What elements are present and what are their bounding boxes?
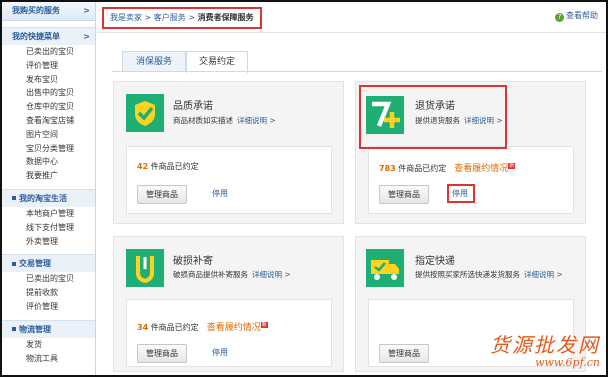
sidebar-item[interactable]: 发布宝贝 bbox=[2, 73, 95, 87]
count-number: 34 bbox=[137, 323, 149, 332]
view-performance-link[interactable]: 查看履约情况新 bbox=[454, 163, 516, 174]
breadcrumb-separator: > bbox=[144, 13, 152, 22]
manage-products-button[interactable]: 管理商品 bbox=[137, 185, 187, 204]
sidebar-item[interactable]: 数据中心 bbox=[2, 155, 95, 169]
perf-label: 查看履约情况 bbox=[454, 164, 509, 174]
new-badge: 新 bbox=[260, 322, 268, 328]
help-link[interactable]: ? 查看帮助 bbox=[555, 10, 598, 22]
sidebar-section-header[interactable]: 物流管理 bbox=[2, 319, 95, 338]
sidebar-section-header[interactable]: 我的快捷菜单 > bbox=[2, 27, 95, 45]
top-bar: 我是卖家 > 客户服务 > 消费者保障服务 ? 查看帮助 bbox=[97, 2, 606, 33]
manage-products-button[interactable]: 管理商品 bbox=[137, 344, 187, 363]
sidebar-item[interactable]: 已卖出的宝贝 bbox=[2, 272, 95, 286]
agreed-count: 42 件商品已约定 bbox=[137, 161, 199, 172]
card-description: 破损商品提供补寄服务 详细说明 > bbox=[173, 269, 291, 280]
sidebar-section-quick-menu: 我的快捷菜单 > 已卖出的宝贝 评价管理 发布宝贝 出售中的宝贝 仓库中的宝贝 … bbox=[2, 27, 95, 183]
bullet-icon bbox=[12, 261, 16, 266]
details-link[interactable]: 详细说明 > bbox=[524, 270, 563, 279]
count-number: 42 bbox=[137, 162, 149, 171]
count-suffix: 件商品已约定 bbox=[398, 164, 447, 173]
agreed-count: 34 件商品已约定 查看履约情况新 bbox=[137, 320, 268, 333]
manage-products-button[interactable]: 管理商品 bbox=[379, 344, 429, 363]
count-suffix: 件商品已约定 bbox=[150, 323, 199, 332]
chevron-right-icon: > bbox=[83, 6, 90, 15]
view-performance-link[interactable]: 查看履约情况新 bbox=[206, 322, 268, 333]
breadcrumb: 我是卖家 > 客户服务 > 消费者保障服务 bbox=[102, 7, 262, 29]
service-card-quality: 品质承诺 商品材质如实描述 详细说明 > 42 件商品已约定 管理商品 停用 bbox=[113, 81, 344, 224]
section-title: 物流管理 bbox=[19, 324, 51, 334]
sidebar: 我购买的服务 > 我的快捷菜单 > 已卖出的宝贝 评价管理 发布宝贝 出售中的宝… bbox=[2, 2, 96, 375]
card-description: 商品材质如实描述 详细说明 > bbox=[173, 115, 276, 126]
sidebar-item[interactable]: 宝贝分类管理 bbox=[2, 142, 95, 156]
section-title: 我的快捷菜单 bbox=[12, 32, 60, 41]
sidebar-item[interactable]: 物流工具 bbox=[2, 352, 95, 366]
tab-trade-agreement[interactable]: 交易约定 bbox=[186, 51, 248, 73]
help-label: 查看帮助 bbox=[566, 11, 598, 20]
breadcrumb-link[interactable]: 我是卖家 bbox=[110, 13, 142, 22]
sidebar-section-trade: 交易管理 已卖出的宝贝 提前收款 评价管理 bbox=[2, 254, 95, 313]
disable-link[interactable]: 停用 bbox=[212, 188, 228, 199]
watermark: 货源批发网 www.6pf.cn bbox=[490, 329, 600, 369]
agreed-count: 783 件商品已约定 查看履约情况新 bbox=[379, 161, 516, 174]
sidebar-item[interactable]: 发货 bbox=[2, 338, 95, 352]
delivery-truck-icon bbox=[366, 249, 404, 287]
breadcrumb-link[interactable]: 客户服务 bbox=[154, 13, 186, 22]
card-desc-text: 商品材质如实描述 bbox=[173, 116, 233, 125]
tab-consumer-protection[interactable]: 消保服务 bbox=[122, 51, 186, 72]
sidebar-purchased-services-label: 我购买的服务 bbox=[12, 6, 60, 15]
shield-check-icon bbox=[126, 94, 164, 132]
sidebar-section-header[interactable]: 交易管理 bbox=[2, 254, 95, 273]
sidebar-item[interactable]: 提前收款 bbox=[2, 286, 95, 300]
chevron-right-icon: > bbox=[83, 32, 90, 41]
card-desc-text: 破损商品提供补寄服务 bbox=[173, 270, 248, 279]
card-desc-text: 提供按照买家所选快递发货服务 bbox=[415, 270, 520, 279]
sidebar-item[interactable]: 仓库中的宝贝 bbox=[2, 100, 95, 114]
highlight-box bbox=[359, 85, 507, 149]
sidebar-item[interactable]: 查看淘宝店铺 bbox=[2, 114, 95, 128]
section-title: 交易管理 bbox=[19, 259, 51, 269]
damage-shield-icon bbox=[126, 249, 164, 287]
sidebar-purchased-services[interactable]: 我购买的服务 > bbox=[2, 2, 95, 21]
card-action-area: 783 件商品已约定 查看履约情况新 管理商品 停用 bbox=[368, 146, 574, 214]
sidebar-section-header[interactable]: 我的淘宝生活 bbox=[2, 188, 95, 207]
sidebar-item[interactable]: 已卖出的宝贝 bbox=[2, 45, 95, 59]
sidebar-item[interactable]: 评价管理 bbox=[2, 59, 95, 73]
count-number: 783 bbox=[379, 164, 396, 173]
card-title: 破损补寄 bbox=[173, 256, 213, 267]
sidebar-item[interactable]: 图片空间 bbox=[2, 128, 95, 142]
card-action-area: 34 件商品已约定 查看履约情况新 管理商品 停用 bbox=[126, 299, 332, 367]
breadcrumb-current: 消费者保障服务 bbox=[197, 13, 254, 22]
sidebar-item[interactable]: 出售中的宝贝 bbox=[2, 86, 95, 100]
manage-products-button[interactable]: 管理商品 bbox=[379, 185, 429, 204]
disable-link[interactable]: 停用 bbox=[212, 347, 228, 358]
card-title: 指定快递 bbox=[415, 256, 455, 267]
count-suffix: 件商品已约定 bbox=[150, 162, 199, 171]
highlight-box bbox=[447, 184, 475, 203]
sidebar-item[interactable]: 我要推广 bbox=[2, 169, 95, 183]
tab-divider bbox=[112, 71, 602, 72]
sidebar-section-taobao-life: 我的淘宝生活 本地商户管理 线下支付管理 外卖管理 bbox=[2, 188, 95, 249]
help-icon: ? bbox=[555, 13, 564, 22]
sidebar-item[interactable]: 评价管理 bbox=[2, 300, 95, 314]
section-title: 我的淘宝生活 bbox=[19, 193, 67, 203]
card-description: 提供按照买家所选快递发货服务 详细说明 > bbox=[415, 269, 563, 280]
bullet-icon bbox=[12, 327, 16, 332]
details-link[interactable]: 详细说明 > bbox=[252, 270, 291, 279]
service-card-damage: 破损补寄 破损商品提供补寄服务 详细说明 > 34 件商品已约定 查看履约情况新 管… bbox=[113, 236, 344, 372]
details-link[interactable]: 详细说明 > bbox=[237, 116, 276, 125]
sidebar-item[interactable]: 线下支付管理 bbox=[2, 221, 95, 235]
watermark-title: 货源批发网 bbox=[490, 333, 600, 357]
sidebar-section-logistics: 物流管理 发货 物流工具 bbox=[2, 319, 95, 366]
screenshot-frame: 我购买的服务 > 我的快捷菜单 > 已卖出的宝贝 评价管理 发布宝贝 出售中的宝… bbox=[0, 0, 608, 377]
card-action-area: 42 件商品已约定 管理商品 停用 bbox=[126, 146, 332, 214]
bullet-icon bbox=[12, 196, 16, 201]
card-title: 品质承诺 bbox=[173, 101, 213, 112]
sidebar-item[interactable]: 本地商户管理 bbox=[2, 207, 95, 221]
new-badge: 新 bbox=[508, 163, 516, 169]
breadcrumb-separator: > bbox=[188, 13, 196, 22]
sidebar-item[interactable]: 外卖管理 bbox=[2, 235, 95, 249]
perf-label: 查看履约情况 bbox=[206, 323, 261, 333]
